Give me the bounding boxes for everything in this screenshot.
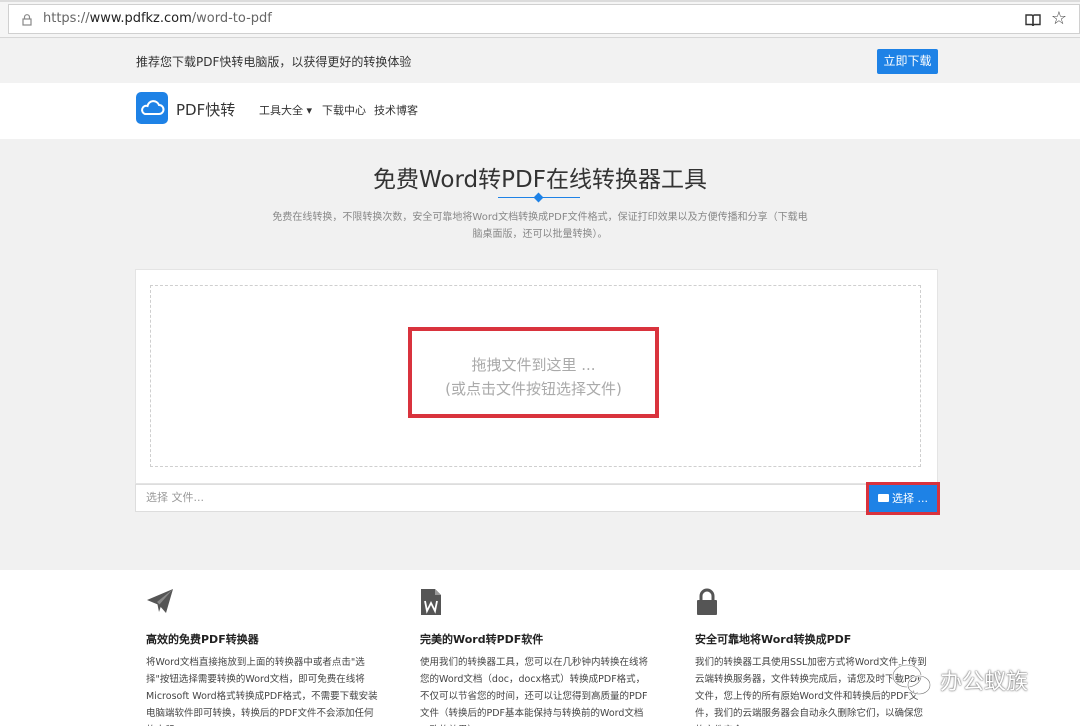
select-file-button[interactable]: 选择 ...: [866, 482, 940, 515]
feature-title: 高效的免费PDF转换器: [146, 633, 259, 646]
url-field[interactable]: https://www.pdfkz.com/word-to-pdf ☆: [8, 4, 1080, 34]
nav-item-tools[interactable]: 工具大全 ▾: [259, 102, 312, 118]
cloud-icon: [141, 100, 165, 115]
reader-view-icon[interactable]: [1025, 12, 1041, 28]
url-text: https://www.pdfkz.com/word-to-pdf: [43, 11, 272, 26]
logo-text[interactable]: PDF快转: [176, 99, 235, 120]
feature-title: 完美的Word转PDF软件: [420, 633, 544, 646]
nav-item-download-center[interactable]: 下载中心: [322, 102, 366, 118]
features-section: 高效的免费PDF转换器 将Word文档直接拖放到上面的转换器中或者点击"选择"按…: [0, 570, 1080, 726]
nav-item-tech-blog[interactable]: 技术博客: [374, 102, 418, 118]
watermark-text: 办公蚁族: [940, 670, 1029, 695]
feature-title: 安全可靠地将Word转换成PDF: [695, 633, 852, 646]
page-title: 免费Word转PDF在线转换器工具: [373, 167, 707, 193]
browser-tab-strip: [0, 0, 1080, 2]
lock-icon: [22, 14, 32, 26]
drop-hint-primary: 拖拽文件到这里 ...: [471, 356, 596, 374]
feature-body: 将Word文档直接拖放到上面的转换器中或者点击"选择"按钮选择需要转换的Word…: [146, 657, 378, 726]
main-nav: PDF快转 工具大全 ▾ 下载中心 技术博客: [0, 83, 1080, 139]
select-file-label: 选择 ...: [892, 492, 928, 505]
download-now-button[interactable]: 立即下载: [877, 49, 938, 74]
padlock-icon: [697, 588, 717, 615]
word-file-icon: [421, 589, 441, 615]
title-divider-diamond: [533, 192, 544, 203]
folder-open-icon: [878, 494, 889, 502]
feature-body: 使用我们的转换器工具，您可以在几秒钟内转换在线将您的Word文档（doc，doc…: [420, 657, 649, 726]
page-description: 免费在线转换，不限转换次数，安全可靠地将Word文档转换成PDF文件格式，保证打…: [272, 212, 808, 240]
browser-address-bar: https://www.pdfkz.com/word-to-pdf ☆: [0, 0, 1080, 38]
logo-icon[interactable]: [136, 92, 168, 124]
file-name-field[interactable]: 选择 文件...: [135, 484, 868, 512]
paper-plane-icon: [147, 589, 173, 613]
drop-hint-secondary: (或点击文件按钮选择文件): [445, 380, 622, 398]
wechat-logo-icon: [891, 663, 932, 696]
bookmark-star-icon[interactable]: ☆: [1051, 8, 1067, 29]
promo-text: 推荐您下载PDF快转电脑版，以获得更好的转换体验: [136, 55, 412, 69]
